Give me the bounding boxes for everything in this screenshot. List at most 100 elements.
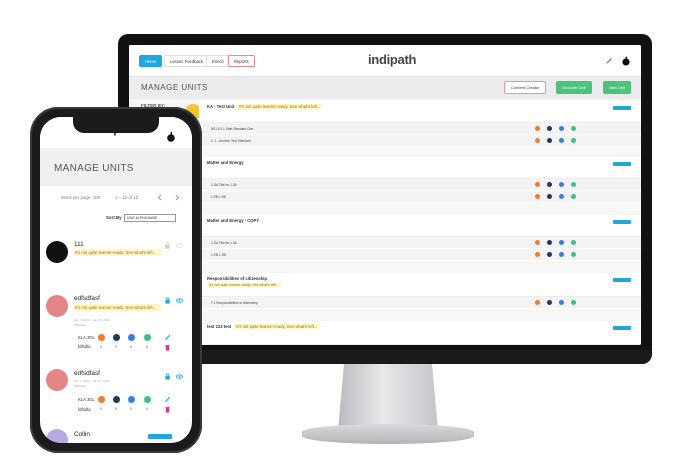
monitor-stand xyxy=(338,364,438,430)
standard-row: NS LR1.1 Start Standard One xyxy=(199,124,641,135)
unit-title: Matter and Energy - COPY xyxy=(207,218,260,223)
chevron-left-icon[interactable] xyxy=(157,194,163,201)
unit-row[interactable]: Responsibilities of citizenship It's not… xyxy=(199,273,641,297)
warning-badge: It's not quite learner-ready. See what's… xyxy=(73,304,161,312)
standard-label: KLA.301. xyxy=(78,335,96,340)
unit-date: Jan 1, 2021 - Jan 15, 2021 xyxy=(74,318,110,322)
unit-avatar xyxy=(46,295,68,317)
unit-avatar xyxy=(46,429,68,443)
unit-row[interactable]: Matter and Energy xyxy=(199,157,641,179)
unit-title: test 123 test xyxy=(207,324,232,329)
status-dot xyxy=(571,252,576,257)
apple-icon xyxy=(622,56,630,66)
unit-title: Matter and Energy xyxy=(207,160,244,165)
status-dot xyxy=(559,138,564,143)
lock-icon[interactable] xyxy=(164,297,171,304)
status-dot xyxy=(535,182,540,187)
trash-icon[interactable] xyxy=(164,344,171,351)
standard-row: 1.SB 1.SB xyxy=(199,192,641,203)
unit-action-button[interactable] xyxy=(613,278,631,282)
warning-badge: It's not quite learner-ready. See what's… xyxy=(237,104,323,109)
status-dot xyxy=(535,240,540,245)
unit-name[interactable]: 111 xyxy=(74,241,84,248)
apple-icon xyxy=(167,132,175,142)
warning-badge: It's not quite learner-ready. See what's… xyxy=(234,324,320,329)
edit-icon[interactable] xyxy=(164,396,171,403)
unit-action-button[interactable] xyxy=(613,106,631,110)
content-creator-button[interactable]: Content Creator xyxy=(504,81,547,94)
count: 0 xyxy=(146,407,148,411)
count: 0 xyxy=(115,407,117,411)
status-dot xyxy=(547,252,552,257)
warning-badge: It's not quite learner-ready. See what's… xyxy=(73,249,161,257)
unit-title: Responsibilities of citizenship xyxy=(207,276,268,281)
trash-icon[interactable] xyxy=(164,406,171,413)
status-dot xyxy=(559,182,564,187)
status-dot xyxy=(535,126,540,131)
page-title: MANAGE UNITS xyxy=(141,83,208,92)
unit-row[interactable]: test 123 test It's not quite learner-read… xyxy=(199,321,641,345)
unit-action-button[interactable] xyxy=(148,434,172,439)
standard-row: 7.1 Responsibilities of citizenship xyxy=(199,298,641,309)
status-dot xyxy=(128,334,135,341)
unit-action-button[interactable] xyxy=(613,326,631,330)
count: 0 xyxy=(130,407,132,411)
sort-select[interactable]: UNIT ALPHA NAME xyxy=(124,214,176,222)
unit-name[interactable]: edfsdfasf xyxy=(74,295,100,302)
status-dot xyxy=(98,396,105,403)
discover-unit-button[interactable]: Discover Unit xyxy=(556,81,592,94)
status-dot xyxy=(98,334,105,341)
mobile-screen: indipath MANAGE UNITS Items per page: 10… xyxy=(40,117,192,443)
monitor-base xyxy=(302,424,474,444)
count: 0 xyxy=(100,407,102,411)
status-dot xyxy=(559,240,564,245)
page-range: 1 – 12 of 12 xyxy=(115,195,139,200)
count: 0 xyxy=(130,345,132,349)
status-dot xyxy=(113,334,120,341)
unit-row[interactable]: KA - Test Unit It's not quite learner-rea… xyxy=(199,101,641,123)
edit-icon[interactable] xyxy=(605,57,613,65)
desktop-top-nav: Home Lesson Feedback Enrich Reports indi… xyxy=(129,45,641,77)
mobile-title-bar: MANAGE UNITS xyxy=(40,149,192,186)
status-dot xyxy=(559,252,564,257)
unit-name[interactable]: edfsdfasf xyxy=(74,370,100,377)
items-per-page[interactable]: Items per page: 100 xyxy=(61,195,100,200)
status-dot xyxy=(547,182,552,187)
unit-code: fdfDsdfa xyxy=(74,323,86,327)
nav-enrich[interactable]: Enrich xyxy=(206,55,230,67)
standard-label: KLA.301. xyxy=(78,397,96,402)
unit-action-button[interactable] xyxy=(613,220,631,224)
eye-icon[interactable] xyxy=(176,373,183,380)
unit-name[interactable]: Collin xyxy=(74,431,90,438)
status-dot xyxy=(559,300,564,305)
eye-icon[interactable] xyxy=(176,242,183,249)
warning-badge: It's not quite learner-ready. See what's… xyxy=(207,283,281,287)
unit-row[interactable]: Matter and Energy - COPY xyxy=(199,215,641,237)
standard-sub: fdfsdfa xyxy=(78,344,91,349)
standard-row: 1-SA Title for 1.3A xyxy=(199,180,641,191)
unit-action-button[interactable] xyxy=(613,162,631,166)
edit-icon[interactable] xyxy=(164,334,171,341)
status-dot xyxy=(144,334,151,341)
status-dot xyxy=(571,138,576,143)
standard-sub: fdfsdfa xyxy=(78,407,91,412)
nav-lesson-feedback[interactable]: Lesson Feedback xyxy=(164,55,210,67)
chevron-right-icon[interactable] xyxy=(174,194,180,201)
phone-notch xyxy=(73,117,159,133)
desktop-page-header: MANAGE UNITS Content Creator Discover Un… xyxy=(129,77,641,99)
nav-reports[interactable]: Reports xyxy=(228,55,255,67)
indipath-logo: indipath xyxy=(368,52,417,67)
count: 0 xyxy=(115,345,117,349)
status-dot xyxy=(547,240,552,245)
unit-avatar xyxy=(46,369,68,391)
new-unit-button[interactable]: New Unit xyxy=(603,81,632,94)
status-dot xyxy=(571,126,576,131)
unit-code: fdfDsdfa xyxy=(74,384,86,388)
status-dot xyxy=(535,138,540,143)
lock-icon[interactable] xyxy=(164,373,171,380)
lock-icon[interactable] xyxy=(164,242,171,249)
eye-icon[interactable] xyxy=(176,297,183,304)
standard-row: 1.SB 1.SB xyxy=(199,250,641,261)
status-dot xyxy=(535,194,540,199)
nav-home[interactable]: Home xyxy=(139,55,163,67)
